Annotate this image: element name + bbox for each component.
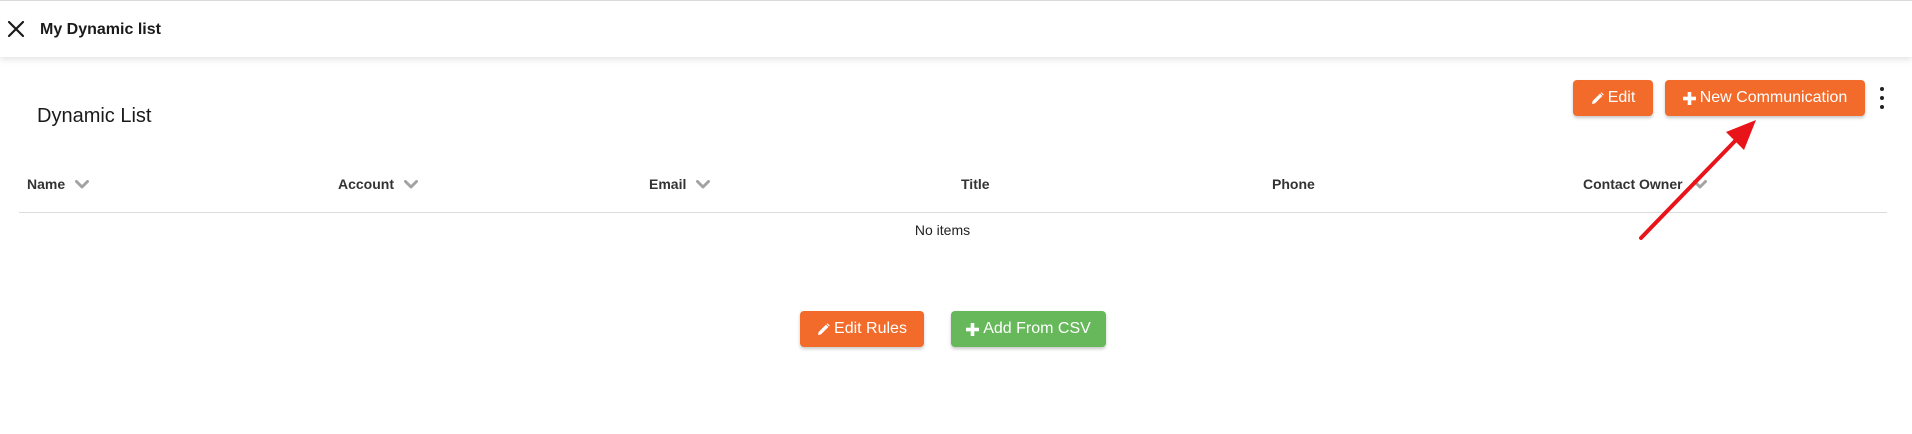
window-header: My Dynamic list [0,0,1912,57]
column-header-label: Title [961,176,990,192]
edit-button[interactable]: Edit [1573,80,1653,116]
edit-rules-button[interactable]: Edit Rules [800,311,924,347]
column-header-label: Account [338,176,394,192]
chevron-down-icon[interactable] [75,179,90,189]
new-communication-button[interactable]: New Communication [1665,80,1865,116]
chevron-down-icon[interactable] [404,179,418,189]
column-header-name[interactable]: Name [27,175,90,193]
edit-rules-label: Edit Rules [834,320,907,337]
column-header-label: Email [649,176,687,192]
add-from-csv-label: Add From CSV [983,320,1091,337]
column-header-account[interactable]: Account [338,175,418,193]
column-header-label: Contact Owner [1583,176,1683,192]
plus-icon [1682,91,1696,105]
column-header-label: Phone [1272,176,1315,192]
column-header-contact-owner[interactable]: Contact Owner [1583,175,1707,193]
pencil-icon [817,322,830,336]
kebab-menu-icon[interactable] [1875,87,1889,109]
window-title: My Dynamic list [40,21,161,38]
column-header-phone[interactable]: Phone [1272,175,1315,193]
column-header-label: Name [27,176,66,192]
column-header-title[interactable]: Title [961,175,990,193]
pencil-icon [1591,91,1604,105]
column-header-email[interactable]: Email [649,175,711,193]
new-communication-label: New Communication [1699,89,1848,106]
plus-icon [966,322,980,336]
edit-button-label: Edit [1607,89,1636,106]
empty-state-message: No items [914,222,971,238]
chevron-down-icon[interactable] [696,179,711,189]
page-title: Dynamic List [37,105,152,127]
add-from-csv-button[interactable]: Add From CSV [951,311,1106,347]
annotation-arrow [1639,120,1756,240]
close-icon[interactable] [7,20,25,38]
table-header-divider [19,212,1887,213]
chevron-down-icon[interactable] [1692,179,1707,189]
